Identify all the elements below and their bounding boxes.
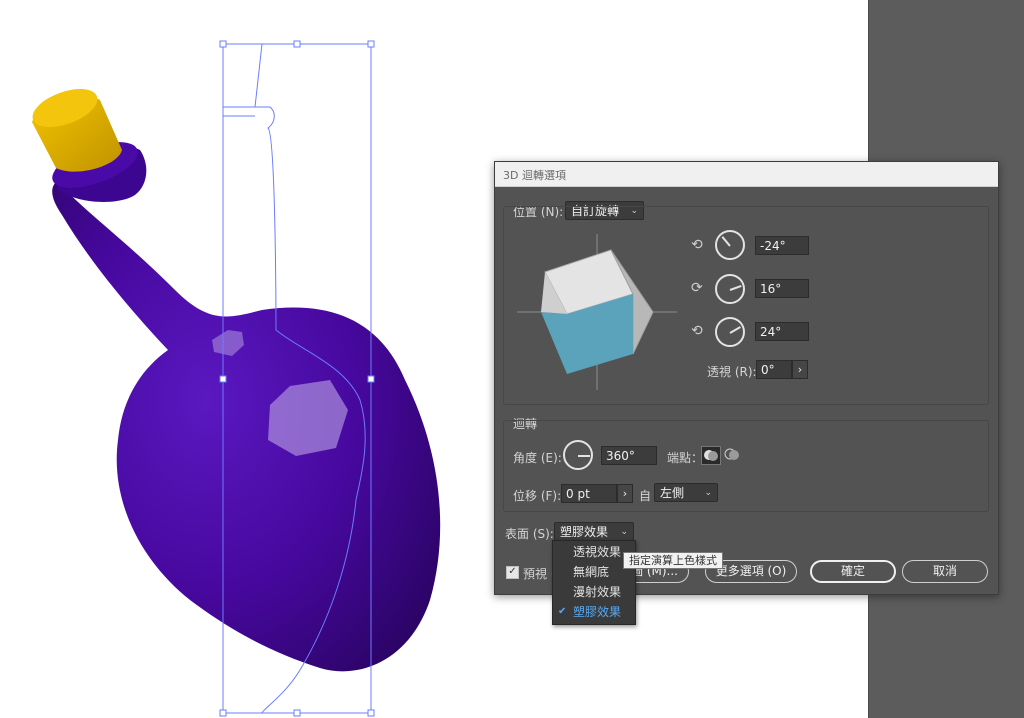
menu-item-diffuse[interactable]: 漫射效果 [553,582,635,602]
angle-field[interactable]: 360° [601,446,657,465]
offset-field[interactable]: 0 pt [561,484,617,503]
cap-off-icon [724,448,739,460]
cap-on-icon [704,450,718,461]
angle-dial[interactable] [563,440,593,470]
surface-tooltip: 指定演算上色樣式 [623,552,723,569]
chevron-down-icon: ⌄ [704,488,712,498]
rotate-z-icon: ⟲ [691,323,703,339]
from-label: 自 [639,489,652,503]
y-rotation-field[interactable]: 16° [755,279,809,298]
surface-dropdown[interactable]: 塑膠效果 ⌄ [554,522,634,541]
cap-off-button[interactable] [723,446,743,465]
cancel-button[interactable]: 取消 [902,560,988,583]
3d-revolve-options-dialog: 3D 迴轉選項 位置 (N): 自訂旋轉 ⌄ ⟲ -24° ⟳ 16° ⟲ 24… [494,161,999,595]
offset-slider-button[interactable]: › [617,484,633,503]
x-rotation-field[interactable]: -24° [755,236,809,255]
z-rotation-dial[interactable] [715,317,745,347]
offset-label: 位移 (F): [513,489,562,503]
angle-label: 角度 (E): [513,451,562,465]
dialog-titlebar[interactable]: 3D 迴轉選項 [495,162,998,187]
cap-label: 端點： [667,451,704,465]
perspective-label: 透視 (R): [707,365,757,379]
cap-on-button[interactable] [701,446,721,465]
rotation-track-cube[interactable] [515,232,679,392]
from-value: 左側 [660,486,685,500]
checkmark-icon: ✔ [558,606,567,617]
dialog-title: 3D 迴轉選項 [503,169,566,182]
rotate-x-icon: ⟲ [691,237,703,253]
y-rotation-dial[interactable] [715,274,745,304]
perspective-field[interactable]: 0° [756,360,792,379]
rotate-y-icon: ⟳ [691,280,703,296]
menu-item-plastic[interactable]: ✔ 塑膠效果 [553,602,635,622]
from-dropdown[interactable]: 左側 ⌄ [654,483,718,502]
surface-value: 塑膠效果 [560,525,609,539]
surface-label: 表面 (S): [505,527,554,541]
x-rotation-dial[interactable] [715,230,745,260]
preview-checkbox[interactable]: ✓ [506,566,519,579]
z-rotation-field[interactable]: 24° [755,322,809,341]
bottle-cork [32,88,122,172]
bottle-body [52,142,441,672]
ok-button[interactable]: 確定 [810,560,896,583]
perspective-slider-button[interactable]: › [792,360,808,379]
